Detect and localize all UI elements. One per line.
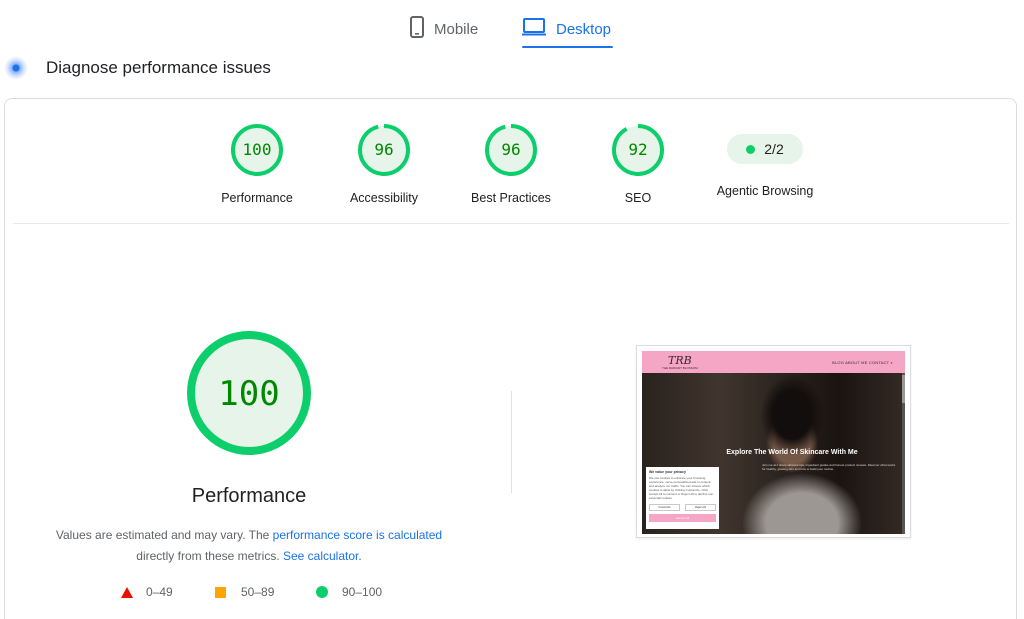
main-performance-gauge: 100 [187,331,311,455]
pass-dot-icon [746,144,756,154]
cookie-accept-button: Accept All [649,514,716,522]
desc-middle: directly from these metrics. [136,549,283,563]
agentic-pill: 2/2 [727,134,803,164]
divider [13,223,1009,224]
legend-average: 50–89 [215,585,274,599]
cookie-customize-button: Customize [649,504,680,511]
site-navbar: TRB THE RADIANT BLOSSOM BLOG ABOUT ME CO… [642,351,905,373]
average-square-icon [215,586,226,598]
desc-suffix: . [358,549,362,563]
gauge-label: SEO [624,191,652,205]
gauge-ring: 92 [612,124,664,176]
screenshot-scroll-thumb [902,375,905,403]
page-screenshot-thumbnail[interactable]: TRB THE RADIANT BLOSSOM BLOG ABOUT ME CO… [636,345,911,538]
cookie-buttons: Customize Reject All [649,504,716,511]
performance-score-link[interactable]: performance score is calculated [273,528,442,542]
gauge-performance[interactable]: 100 Performance [192,123,322,205]
gauge-score: 96 [501,140,520,159]
tab-mobile[interactable]: Mobile [410,10,478,48]
gauge-seo[interactable]: 92 SEO [573,123,703,205]
gauge-score: 96 [374,140,393,159]
main-score: 100 [218,374,279,414]
cookie-consent-dialog: We value your privacy We use cookies to … [646,467,719,529]
pass-circle-icon [316,586,328,598]
gauge-ring: 96 [485,124,537,176]
legend-fail: 0–49 [121,585,173,599]
tab-mobile-label: Mobile [434,20,479,38]
gauge-label: Accessibility [349,191,419,205]
gauge-accessibility[interactable]: 96 Accessibility [319,123,449,205]
monitor-icon [522,18,546,40]
gauge-best-practices[interactable]: 96 Best Practices [446,123,576,205]
tab-desktop-label: Desktop [556,20,612,38]
diagnose-icon [4,56,28,80]
gauge-label: Performance [221,191,293,205]
gauge-ring: 96 [358,124,410,176]
screenshot-image: TRB THE RADIANT BLOSSOM BLOG ABOUT ME CO… [642,351,905,534]
diagnose-header: Diagnose performance issues [4,56,271,80]
device-tabs: Mobile Desktop [0,0,1024,50]
cookie-reject-button: Reject All [685,504,716,511]
phone-icon [410,16,424,42]
see-calculator-link[interactable]: See calculator [283,549,358,563]
legend-range: 90–100 [342,585,383,599]
fail-triangle-icon [121,586,133,598]
gauge-score: 100 [243,140,272,159]
gauge-score: 92 [628,140,647,159]
vertical-separator [511,391,512,493]
section-title: Diagnose performance issues [46,58,271,77]
site-logo-sub: THE RADIANT BLOSSOM [662,366,698,370]
report-card: 100 Performance 96 Accessibility 96 Best… [4,98,1017,619]
legend-range: 50–89 [241,585,275,599]
hero-title: Explore The World Of Skincare With Me [726,449,858,456]
hero-subtitle: Join me as I share skincare tips, ingred… [762,463,896,471]
agentic-value: 2/2 [764,141,784,157]
desc-prefix: Values are estimated and may vary. The [55,528,273,542]
active-tab-indicator [522,46,613,48]
site-nav-links: BLOG ABOUT ME CONTACT ⌕ [832,360,893,365]
gauge-label: Best Practices [471,191,551,205]
legend-range: 0–49 [146,585,173,599]
gauge-ring: 100 [231,124,283,176]
cookie-text: We use cookies to enhance your browsing … [649,476,715,500]
gauge-agentic-browsing[interactable]: 2/2 Agentic Browsing [700,123,830,198]
performance-description: Values are estimated and may vary. The p… [35,525,463,567]
main-title: Performance [191,485,307,507]
tab-desktop[interactable]: Desktop [522,10,611,48]
gauge-label: Agentic Browsing [716,184,814,198]
legend-pass: 90–100 [316,585,382,599]
cookie-title: We value your privacy [649,470,686,474]
